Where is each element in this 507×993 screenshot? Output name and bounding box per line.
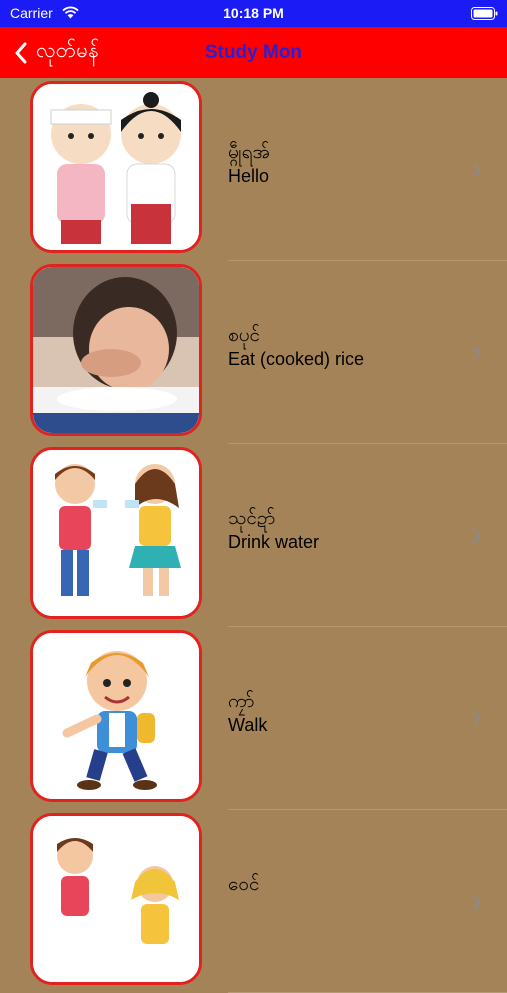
row-text: မ္ဂဵုရအ် Hello [228,140,270,187]
english-meaning: Drink water [228,532,320,552]
row-text: သုင်ဍာ် Drink water [228,506,319,553]
chevron-right-icon [473,712,481,726]
mon-word: စပုင် [228,324,261,346]
row-text: ကၠာ် Walk [228,689,267,736]
navigation-bar: လုတ်မန် Study Mon [0,27,507,78]
status-time: 10:18 PM [223,5,284,21]
list-item-drink-water[interactable]: သုင်ဍာ် Drink water [0,444,507,627]
english-meaning: Hello [228,166,270,186]
children-drinking-water-image [30,447,202,619]
mon-word: မ္ဂဵုရအ် [228,141,270,163]
girl-eating-rice-image [30,264,202,436]
vocabulary-list: မ္ဂဵုရအ် Hello စပုင် Eat (cooked) rice သ… [0,78,507,993]
chevron-right-icon [473,895,481,909]
chevron-right-icon [473,163,481,177]
mon-word: သုင်ဍာ် [228,507,276,529]
two-children-greeting-image [30,81,202,253]
row-text: စပုင် Eat (cooked) rice [228,323,364,370]
list-item-walk[interactable]: ကၠာ် Walk [0,627,507,810]
status-bar: Carrier 10:18 PM [0,0,507,27]
list-item-eat-rice[interactable]: စပုင် Eat (cooked) rice [0,261,507,444]
battery-icon [471,7,498,20]
chevron-right-icon [473,529,481,543]
page-title: Study Mon [204,42,303,63]
english-meaning: Walk [228,715,268,735]
list-item-hello[interactable]: မ္ဂဵုရအ် Hello [0,78,507,261]
list-item-5[interactable]: ဝေင် [0,810,507,993]
row-text: ဝေင် [228,872,260,897]
english-meaning: Eat (cooked) rice [228,349,365,369]
mon-word: ကၠာ် [228,690,255,712]
chevron-right-icon [473,346,481,360]
mon-word: ဝေင် [228,873,260,895]
children-image [30,813,202,985]
boy-walking-image [30,630,202,802]
